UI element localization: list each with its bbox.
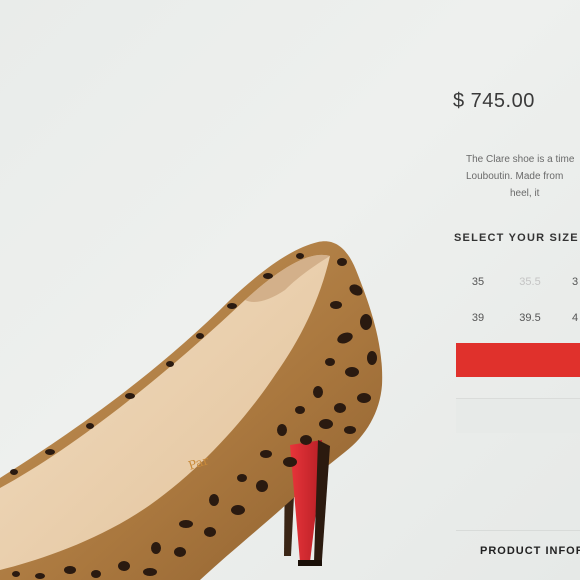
add-to-cart-button[interactable] <box>456 343 580 377</box>
size-option-unavailable[interactable]: 35.5 <box>508 264 552 300</box>
divider <box>456 530 580 531</box>
size-option[interactable]: 39.5 <box>508 300 552 336</box>
product-description: The Clare shoe is a time Louboutin. Made… <box>466 151 580 202</box>
size-option[interactable]: 3 <box>560 264 580 300</box>
product-page: Par $ 745.00 The Clare shoe is a time Lo… <box>0 0 580 580</box>
size-option[interactable]: 35 <box>456 264 500 300</box>
description-line: heel, it <box>510 188 540 199</box>
secondary-action-button[interactable] <box>456 398 580 433</box>
product-price: $ 745.00 <box>453 90 535 112</box>
size-option[interactable]: 4 <box>560 300 580 336</box>
size-selector-heading: SELECT YOUR SIZE <box>454 232 579 244</box>
description-line: The Clare shoe is a time <box>466 154 575 165</box>
size-grid: 35 35.5 3 39 39.5 4 <box>456 262 580 338</box>
description-line: Louboutin. Made from <box>466 171 564 182</box>
size-option[interactable]: 39 <box>456 300 500 336</box>
product-information-heading[interactable]: PRODUCT INFORM <box>480 545 580 557</box>
